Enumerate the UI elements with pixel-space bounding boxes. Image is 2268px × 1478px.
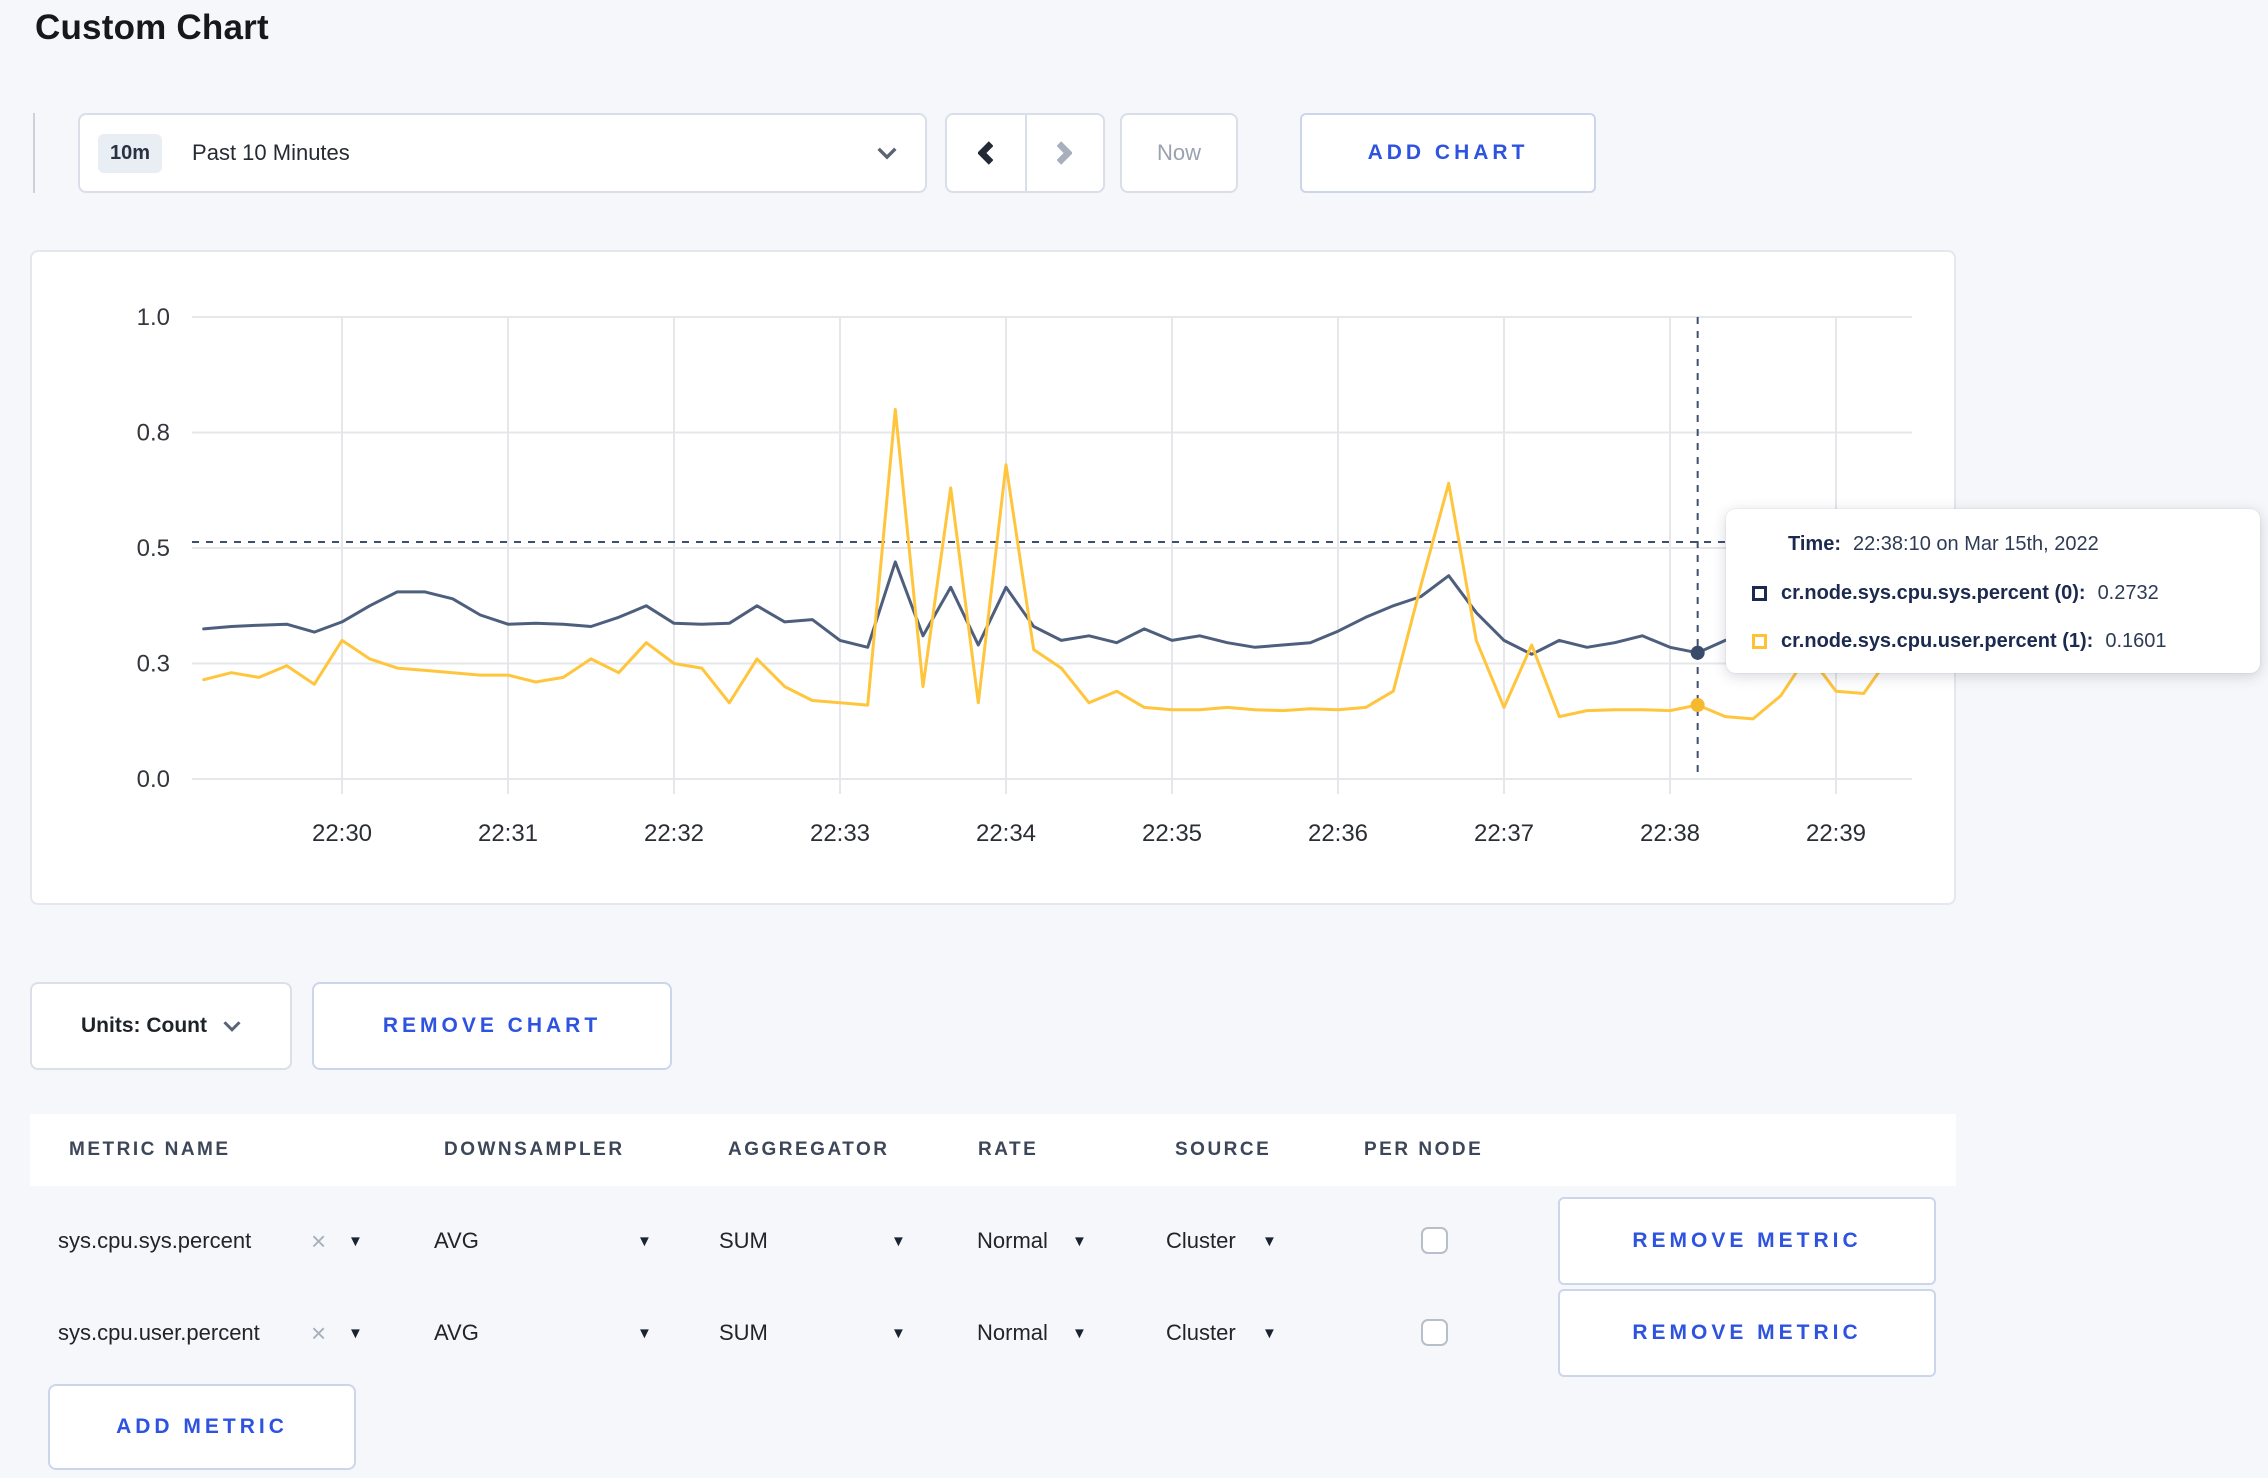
y-tick-label: 0.0 xyxy=(137,766,170,793)
series-swatch-user xyxy=(1752,634,1767,649)
column-header-metric-name: METRIC NAME xyxy=(69,1139,231,1160)
time-window-dropdown[interactable]: 10m Past 10 Minutes xyxy=(78,113,927,193)
tooltip-time-row: Time: 22:38:10 on Mar 15th, 2022 xyxy=(1752,533,2236,556)
tooltip-series-value: 0.1601 xyxy=(2105,630,2167,652)
downsampler-select[interactable]: AVG xyxy=(434,1196,479,1286)
per-node-checkbox[interactable] xyxy=(1421,1227,1448,1254)
downsampler-caret-icon[interactable]: ▼ xyxy=(637,1196,652,1286)
tooltip-series-label: cr.node.sys.cpu.sys.percent (0): xyxy=(1781,581,2086,604)
rate-select[interactable]: Normal xyxy=(977,1288,1048,1378)
x-tick-label: 22:34 xyxy=(976,820,1036,847)
source-caret-icon[interactable]: ▼ xyxy=(1262,1196,1277,1286)
x-tick-label: 22:31 xyxy=(478,820,538,847)
series-line-cr.node.sys.cpu.sys.percent xyxy=(202,560,1893,656)
chevron-left-icon xyxy=(978,141,994,165)
tooltip-series-value: 0.2732 xyxy=(2097,581,2159,604)
x-tick-label: 22:36 xyxy=(1308,820,1368,847)
metric-name-value[interactable]: sys.cpu.sys.percent xyxy=(58,1196,251,1286)
time-window-badge: 10m xyxy=(98,133,163,173)
next-time-button[interactable] xyxy=(1024,115,1103,191)
y-tick-label: 0.5 xyxy=(137,535,170,562)
remove-metric-button[interactable]: REMOVE METRIC xyxy=(1558,1197,1936,1285)
y-tick-label: 0.8 xyxy=(137,420,170,447)
series-line-cr.node.sys.cpu.user.percent xyxy=(202,407,1893,721)
clear-metric-icon[interactable]: × xyxy=(311,1288,326,1378)
x-tick-label: 22:33 xyxy=(810,820,870,847)
source-select[interactable]: Cluster xyxy=(1166,1288,1236,1378)
chevron-right-icon xyxy=(1057,141,1073,165)
x-tick-label: 22:32 xyxy=(644,820,704,847)
metric-select-caret-icon[interactable]: ▼ xyxy=(348,1196,363,1286)
tooltip-time-value: 22:38:10 on Mar 15th, 2022 xyxy=(1852,533,2099,555)
source-select[interactable]: Cluster xyxy=(1166,1196,1236,1286)
aggregator-select[interactable]: SUM xyxy=(719,1196,768,1286)
x-tick-label: 22:39 xyxy=(1806,820,1866,847)
metric-row: sys.cpu.sys.percent × ▼ AVG ▼ SUM ▼ Norm… xyxy=(0,1196,2268,1286)
units-dropdown[interactable]: Units: Count xyxy=(30,982,292,1070)
y-tick-label: 0.3 xyxy=(137,651,170,678)
column-header-downsampler: DOWNSAMPLER xyxy=(444,1139,625,1160)
x-tick-label: 22:35 xyxy=(1142,820,1202,847)
chevron-down-icon xyxy=(877,147,897,160)
units-label: Units: Count xyxy=(81,1014,207,1037)
metrics-table-header: METRIC NAME DOWNSAMPLER AGGREGATOR RATE … xyxy=(30,1114,1956,1186)
tooltip-series-row: cr.node.sys.cpu.sys.percent (0): 0.2732 xyxy=(1752,582,2236,605)
column-header-per-node: PER NODE xyxy=(1364,1139,1484,1160)
rate-caret-icon[interactable]: ▼ xyxy=(1072,1288,1087,1378)
chart-tooltip: Time: 22:38:10 on Mar 15th, 2022 cr.node… xyxy=(1726,509,2260,673)
aggregator-caret-icon[interactable]: ▼ xyxy=(891,1196,906,1286)
add-metric-button[interactable]: ADD METRIC xyxy=(48,1384,356,1470)
column-header-rate: RATE xyxy=(978,1139,1039,1160)
toolbar-divider xyxy=(33,113,35,193)
add-chart-button[interactable]: ADD CHART xyxy=(1300,113,1596,193)
aggregator-select[interactable]: SUM xyxy=(719,1288,768,1378)
series-swatch-sys xyxy=(1752,585,1767,601)
downsampler-caret-icon[interactable]: ▼ xyxy=(637,1288,652,1378)
now-button[interactable]: Now xyxy=(1120,113,1238,193)
crosshair-marker xyxy=(1690,698,1705,713)
column-header-aggregator: AGGREGATOR xyxy=(728,1139,890,1160)
metric-name-value[interactable]: sys.cpu.user.percent xyxy=(58,1288,260,1378)
x-tick-label: 22:38 xyxy=(1640,820,1700,847)
downsampler-select[interactable]: AVG xyxy=(434,1288,479,1378)
timeseries-chart[interactable]: 0.0 0.3 0.5 0.8 1.0 22:30 22:31 22:32 22:33 22:34… xyxy=(32,252,1954,903)
time-nav-group xyxy=(945,113,1105,193)
tooltip-series-label: cr.node.sys.cpu.user.percent (1): xyxy=(1781,630,2094,652)
remove-metric-button[interactable]: REMOVE METRIC xyxy=(1558,1289,1936,1377)
clear-metric-icon[interactable]: × xyxy=(311,1196,326,1286)
chart-card[interactable]: 0.0 0.3 0.5 0.8 1.0 22:30 22:31 22:32 22:33 22:34… xyxy=(30,250,1956,905)
remove-chart-button[interactable]: REMOVE CHART xyxy=(312,982,672,1070)
chevron-down-icon xyxy=(223,1021,241,1032)
crosshair-marker xyxy=(1690,645,1705,660)
x-tick-label: 22:30 xyxy=(312,820,372,847)
metric-row: sys.cpu.user.percent × ▼ AVG ▼ SUM ▼ Nor… xyxy=(0,1288,2268,1378)
prev-time-button[interactable] xyxy=(947,115,1025,191)
column-header-source: SOURCE xyxy=(1175,1139,1272,1160)
metric-select-caret-icon[interactable]: ▼ xyxy=(348,1288,363,1378)
aggregator-caret-icon[interactable]: ▼ xyxy=(891,1288,906,1378)
tooltip-time-label: Time: xyxy=(1788,533,1841,555)
tooltip-series-row: cr.node.sys.cpu.user.percent (1): 0.1601 xyxy=(1752,630,2236,653)
y-tick-label: 1.0 xyxy=(137,304,170,331)
per-node-checkbox[interactable] xyxy=(1421,1319,1448,1346)
source-caret-icon[interactable]: ▼ xyxy=(1262,1288,1277,1378)
page-title: Custom Chart xyxy=(35,8,269,47)
x-tick-label: 22:37 xyxy=(1474,820,1534,847)
rate-select[interactable]: Normal xyxy=(977,1196,1048,1286)
rate-caret-icon[interactable]: ▼ xyxy=(1072,1196,1087,1286)
time-window-label: Past 10 Minutes xyxy=(192,140,350,165)
